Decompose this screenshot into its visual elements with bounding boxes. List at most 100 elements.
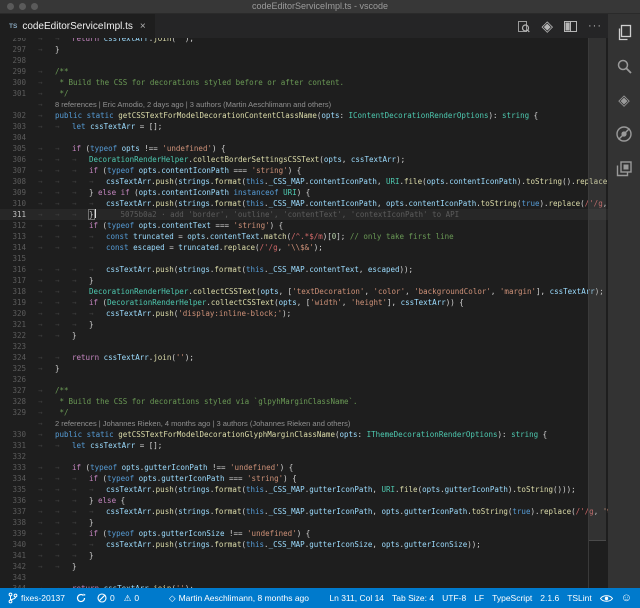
code-line[interactable]: 330→public static getCSSTextForModelDeco… <box>0 429 608 440</box>
line-number-gutter[interactable]: 325 <box>0 363 38 374</box>
line-number-gutter[interactable]: 322 <box>0 330 38 341</box>
line-number-gutter[interactable]: 321 <box>0 319 38 330</box>
code-line[interactable]: 314→→→→const escaped = truncated.replace… <box>0 242 608 253</box>
code-line[interactable]: 323 <box>0 341 608 352</box>
tab-codeEditorServiceImpl[interactable]: TS codeEditorServiceImpl.ts × <box>0 14 155 38</box>
codelens-row[interactable]: →2 references | Johannes Rieken, 4 month… <box>0 418 608 429</box>
code-line[interactable]: 343 <box>0 572 608 583</box>
code-line[interactable]: 331→→let cssTextArr = []; <box>0 440 608 451</box>
line-number-gutter[interactable]: 312 <box>0 220 38 231</box>
code-line[interactable]: 316→→→→cssTextArr.push(strings.format(th… <box>0 264 608 275</box>
line-number-gutter[interactable]: 315 <box>0 253 38 264</box>
line-number-gutter[interactable]: 302 <box>0 110 38 121</box>
line-number-gutter[interactable]: 318 <box>0 286 38 297</box>
feedback-smiley-icon[interactable]: ☺ <box>621 593 632 604</box>
code-line[interactable]: 320→→→→cssTextArr.push('display:inline-b… <box>0 308 608 319</box>
line-number-gutter[interactable]: 331 <box>0 440 38 451</box>
line-number-gutter[interactable]: 330 <box>0 429 38 440</box>
code-line[interactable]: 336→→→} else { <box>0 495 608 506</box>
code-line[interactable]: 333→→if (typeof opts.gutterIconPath !== … <box>0 462 608 473</box>
explorer-icon[interactable] <box>614 22 634 42</box>
line-number-gutter[interactable]: 297 <box>0 44 38 55</box>
code-line[interactable]: 339→→→if (typeof opts.gutterIconSize !==… <box>0 528 608 539</box>
language-mode[interactable]: TypeScript <box>492 593 532 603</box>
typescript-version[interactable]: 2.1.6 <box>540 593 559 603</box>
code-line[interactable]: 310→→→→cssTextArr.push(strings.format(th… <box>0 198 608 209</box>
line-number-gutter[interactable]: 329 <box>0 407 38 418</box>
tslint-status[interactable]: TSLint <box>567 593 592 603</box>
code-line[interactable]: 337→→→→cssTextArr.push(strings.format(th… <box>0 506 608 517</box>
code-editor[interactable]: 296→→return cssTextArr.join('');297→}298… <box>0 38 608 588</box>
line-number-gutter[interactable]: 305 <box>0 143 38 154</box>
code-line[interactable]: 315 <box>0 253 608 264</box>
code-line[interactable]: 306→→→DecorationRenderHelper.collectBord… <box>0 154 608 165</box>
code-line[interactable]: 321→→→} <box>0 319 608 330</box>
code-line[interactable]: 311→→→}5075b0a2 · add 'border', 'outline… <box>0 209 608 220</box>
line-number-gutter[interactable]: 304 <box>0 132 38 143</box>
line-number-gutter[interactable]: 339 <box>0 528 38 539</box>
line-number-gutter[interactable]: 319 <box>0 297 38 308</box>
vertical-scrollbar[interactable] <box>589 38 606 541</box>
search-icon[interactable] <box>614 56 634 76</box>
line-number-gutter[interactable]: 336 <box>0 495 38 506</box>
line-number-gutter[interactable] <box>0 418 38 429</box>
open-preview-icon[interactable] <box>517 20 530 33</box>
line-number-gutter[interactable]: 299 <box>0 66 38 77</box>
line-number-gutter[interactable]: 328 <box>0 396 38 407</box>
eye-icon[interactable] <box>600 594 613 603</box>
gitlens-icon[interactable]: ◈ <box>614 90 634 110</box>
line-number-gutter[interactable]: 301 <box>0 88 38 99</box>
code-line[interactable]: 340→→→→cssTextArr.push(strings.format(th… <box>0 539 608 550</box>
encoding-indicator[interactable]: UTF-8 <box>442 593 466 603</box>
gitlens-blame-icon[interactable]: ◈ <box>541 19 553 34</box>
code-line[interactable]: 313→→→→const truncated = opts.contentTex… <box>0 231 608 242</box>
line-number-gutter[interactable]: 298 <box>0 55 38 66</box>
split-editor-icon[interactable] <box>564 21 577 32</box>
line-number-gutter[interactable]: 343 <box>0 572 38 583</box>
code-line[interactable]: 305→→if (typeof opts !== 'undefined') { <box>0 143 608 154</box>
line-number-gutter[interactable]: 334 <box>0 473 38 484</box>
line-number-gutter[interactable]: 324 <box>0 352 38 363</box>
code-line[interactable]: 322→→} <box>0 330 608 341</box>
line-number-gutter[interactable]: 342 <box>0 561 38 572</box>
code-line[interactable]: 309→→→} else if (opts.contentIconPath in… <box>0 187 608 198</box>
code-line[interactable]: 342→→} <box>0 561 608 572</box>
codelens-row[interactable]: →8 references | Eric Amodio, 2 days ago … <box>0 99 608 110</box>
problems-indicator[interactable]: 0 ⚠ 0 <box>97 593 139 604</box>
code-line[interactable]: 301→ */ <box>0 88 608 99</box>
codelens-text[interactable]: 2 references | Johannes Rieken, 4 months… <box>55 419 350 428</box>
line-number-gutter[interactable]: 320 <box>0 308 38 319</box>
eol-indicator[interactable]: LF <box>474 593 484 603</box>
line-number-gutter[interactable]: 317 <box>0 275 38 286</box>
line-number-gutter[interactable]: 337 <box>0 506 38 517</box>
code-line[interactable]: 312→→→if (typeof opts.contentText === 's… <box>0 220 608 231</box>
line-number-gutter[interactable]: 308 <box>0 176 38 187</box>
code-line[interactable]: 297→} <box>0 44 608 55</box>
code-line[interactable]: 300→ * Build the CSS for decorations sty… <box>0 77 608 88</box>
code-line[interactable]: 326 <box>0 374 608 385</box>
code-line[interactable]: 307→→→if (typeof opts.contentIconPath ==… <box>0 165 608 176</box>
code-line[interactable]: 298 <box>0 55 608 66</box>
line-number-gutter[interactable]: 341 <box>0 550 38 561</box>
code-line[interactable]: 302→public static getCSSTextForModelDeco… <box>0 110 608 121</box>
line-number-gutter[interactable]: 300 <box>0 77 38 88</box>
line-number-gutter[interactable]: 310 <box>0 198 38 209</box>
line-number-gutter[interactable]: 333 <box>0 462 38 473</box>
code-line[interactable]: 325→} <box>0 363 608 374</box>
codelens-text[interactable]: 8 references | Eric Amodio, 2 days ago |… <box>55 100 331 109</box>
line-number-gutter[interactable] <box>0 99 38 110</box>
debug-icon[interactable] <box>614 124 634 144</box>
code-line[interactable]: 328→ * Build the CSS for decorations sty… <box>0 396 608 407</box>
line-number-gutter[interactable]: 313 <box>0 231 38 242</box>
code-line[interactable]: 335→→→→cssTextArr.push(strings.format(th… <box>0 484 608 495</box>
line-number-gutter[interactable]: 314 <box>0 242 38 253</box>
code-line[interactable]: 334→→→if (typeof opts.gutterIconPath ===… <box>0 473 608 484</box>
tab-close-icon[interactable]: × <box>140 21 146 32</box>
code-line[interactable]: 324→→return cssTextArr.join(''); <box>0 352 608 363</box>
cursor-position[interactable]: Ln 311, Col 14 <box>329 593 384 603</box>
line-number-gutter[interactable]: 332 <box>0 451 38 462</box>
code-line[interactable]: 329→ */ <box>0 407 608 418</box>
git-branch-indicator[interactable]: fixes-20137 <box>8 592 65 604</box>
code-line[interactable]: 303→→let cssTextArr = []; <box>0 121 608 132</box>
code-line[interactable]: 319→→→if (DecorationRenderHelper.collect… <box>0 297 608 308</box>
